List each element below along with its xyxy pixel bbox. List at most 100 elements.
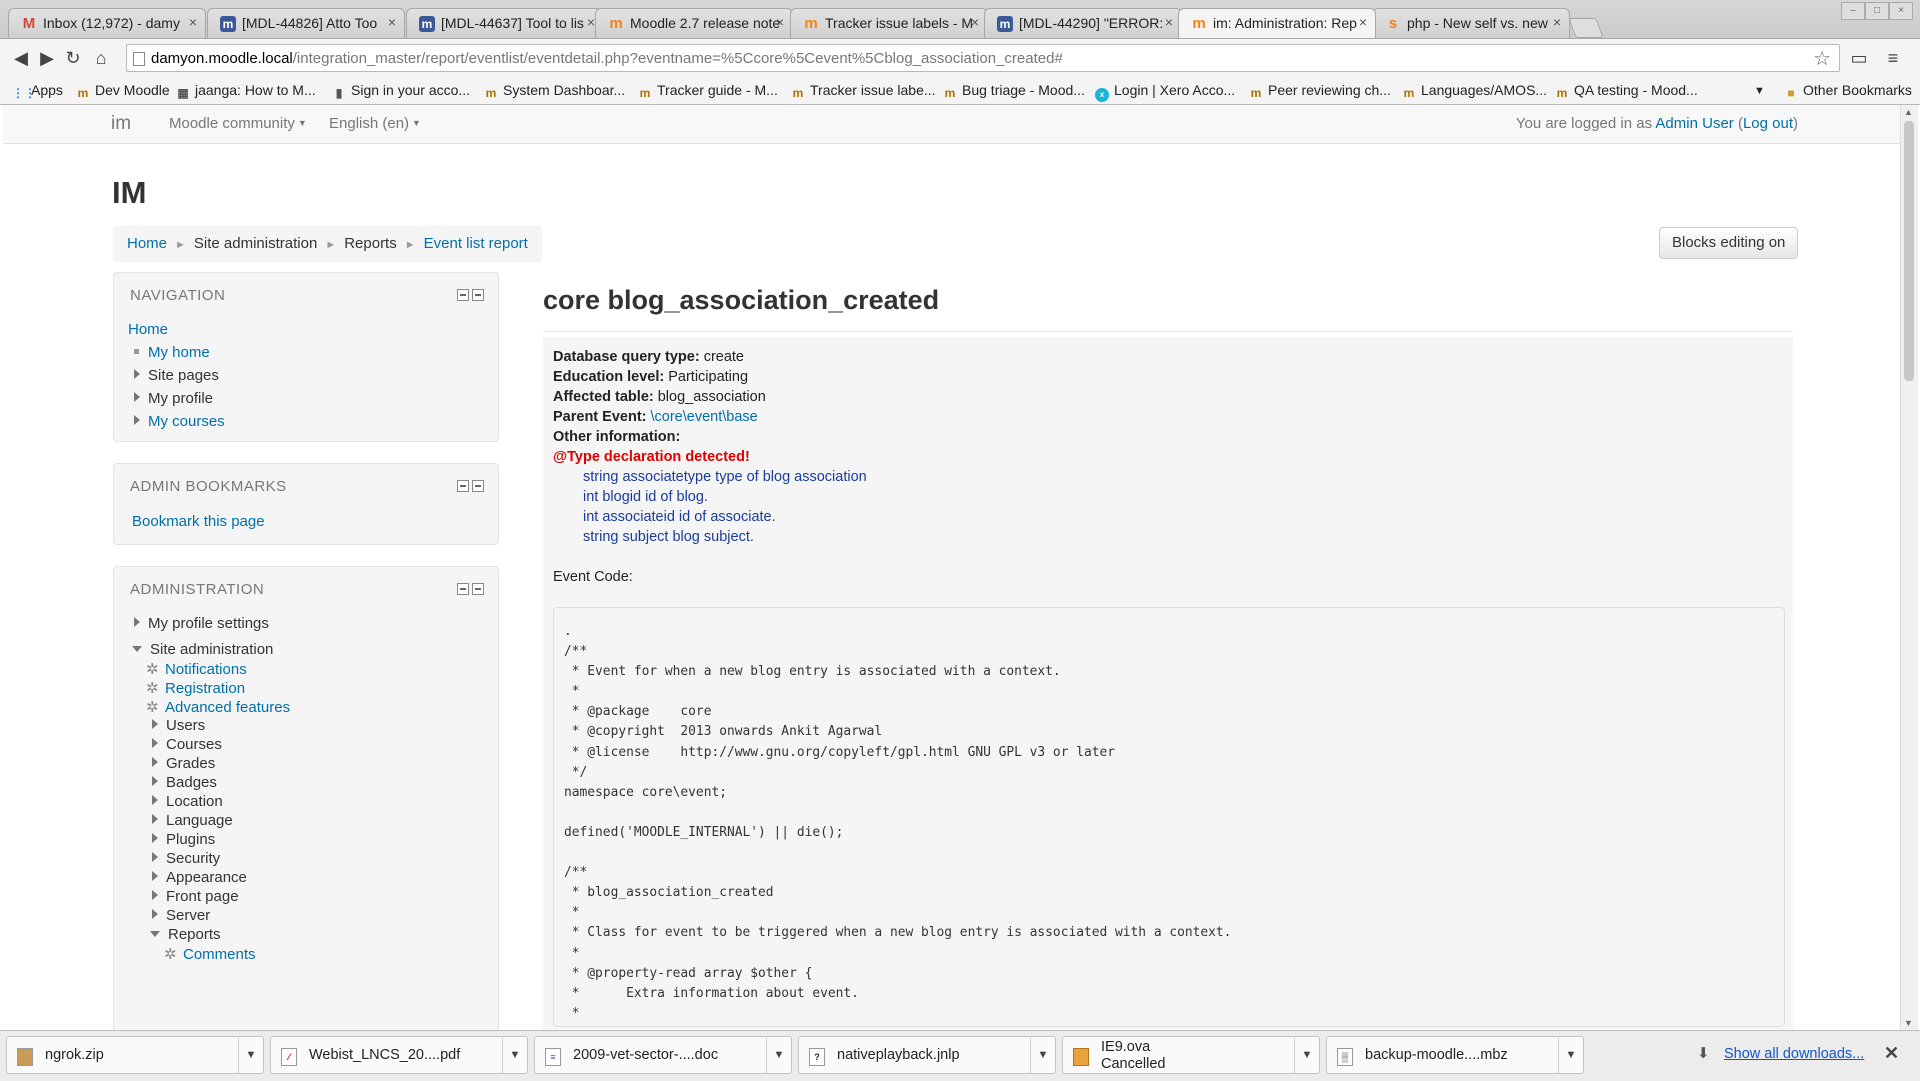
admin-item-badges[interactable]: Badges (152, 774, 217, 791)
show-all-downloads-link[interactable]: Show all downloads... (1724, 1046, 1864, 1062)
address-bar[interactable]: damyon.moodle.local/integration_master/r… (126, 44, 1840, 72)
close-tab-icon[interactable]: × (1359, 14, 1367, 30)
bookmark-system-dashboard[interactable]: m System Dashboar... (484, 82, 626, 100)
bookmark-other[interactable]: ■ Other Bookmarks (1784, 82, 1912, 100)
bookmark-tracker-guide[interactable]: m Tracker guide - M... (638, 82, 778, 100)
event-code-link[interactable]: Event Code: (553, 569, 633, 585)
admin-item-profile-settings[interactable]: My profile settings (134, 615, 269, 632)
maximize-icon[interactable]: □ (1865, 2, 1889, 20)
nav-item-site-pages[interactable]: Site pages (134, 367, 219, 384)
admin-item-location[interactable]: Location (152, 793, 223, 810)
admin-item-users[interactable]: Users (152, 717, 205, 734)
parent-event-link[interactable]: \core\event\base (651, 409, 758, 425)
download-menu-icon[interactable]: ▼ (1294, 1037, 1319, 1073)
download-item[interactable]: ? nativeplayback.jnlp ▼ (798, 1036, 1056, 1074)
bookmark-qa-testing[interactable]: m QA testing - Mood... (1555, 82, 1698, 100)
browser-tab-mdl-44826[interactable]: m [MDL-44826] Atto Too × (207, 8, 405, 38)
admin-item-advanced-features[interactable]: ✲ Advanced features (146, 698, 290, 716)
new-tab-button[interactable] (1568, 18, 1604, 38)
reload-icon[interactable]: ↻ (60, 45, 86, 71)
blocks-editing-button[interactable]: Blocks editing on (1659, 227, 1799, 259)
nav-item-my-courses[interactable]: My courses (134, 413, 225, 430)
logout-link[interactable]: Log out (1743, 115, 1793, 132)
vertical-scrollbar[interactable]: ▲ ▼ (1900, 105, 1918, 1030)
download-item[interactable]: ngrok.zip ▼ (6, 1036, 264, 1074)
download-menu-icon[interactable]: ▼ (1558, 1037, 1583, 1073)
browser-tab-gmail[interactable]: M Inbox (12,972) - damy × (8, 8, 206, 38)
user-profile-link[interactable]: Admin User (1655, 115, 1733, 132)
admin-item-site-administration[interactable]: Site administration (132, 641, 273, 658)
browser-tab-tracker-labels[interactable]: m Tracker issue labels - M × (790, 8, 988, 38)
admin-item-reports[interactable]: Reports (150, 926, 221, 943)
scrollbar-thumb[interactable] (1904, 121, 1914, 381)
nav-home-link[interactable]: Home (128, 321, 168, 338)
download-menu-icon[interactable]: ▼ (1030, 1037, 1055, 1073)
download-item[interactable]: ▒ backup-moodle....mbz ▼ (1326, 1036, 1584, 1074)
admin-item-notifications[interactable]: ✲ Notifications (146, 660, 247, 678)
close-tab-icon[interactable]: × (189, 14, 197, 30)
close-tab-icon[interactable]: × (1165, 14, 1173, 30)
browser-tab-mdl-44290[interactable]: m [MDL-44290] "ERROR: × (984, 8, 1182, 38)
bookmark-star-icon[interactable]: ☆ (1813, 46, 1831, 71)
home-icon[interactable]: ⌂ (88, 45, 114, 71)
download-menu-icon[interactable]: ▼ (238, 1037, 263, 1073)
bookmark-dev-moodle[interactable]: m Dev Moodle (76, 82, 170, 100)
collapse-icon[interactable] (457, 289, 469, 301)
close-shelf-icon[interactable]: ✕ (1884, 1043, 1899, 1064)
close-tab-icon[interactable]: × (388, 14, 396, 30)
breadcrumb-home[interactable]: Home (127, 235, 167, 252)
dock-icon[interactable] (472, 289, 484, 301)
browser-tab-mdl-44637[interactable]: m [MDL-44637] Tool to lis × (406, 8, 604, 38)
download-item[interactable]: ⁄ Webist_LNCS_20....pdf ▼ (270, 1036, 528, 1074)
breadcrumb-event-list[interactable]: Event list report (424, 235, 528, 252)
minimize-icon[interactable]: – (1841, 2, 1865, 20)
download-item[interactable]: IE9.ova Cancelled ▼ (1062, 1036, 1320, 1074)
dock-icon[interactable] (472, 583, 484, 595)
admin-item-language[interactable]: Language (152, 812, 233, 829)
chevron-down-icon[interactable]: ▼ (1754, 85, 1765, 97)
language-menu[interactable]: English (en) ▼ (329, 115, 421, 132)
bookmark-this-page-link[interactable]: Bookmark this page (132, 513, 265, 530)
bookmark-jaanga[interactable]: ▦ jaanga: How to M... (176, 82, 315, 100)
dock-icon[interactable] (472, 480, 484, 492)
download-item[interactable]: ≡ 2009-vet-sector-....doc ▼ (534, 1036, 792, 1074)
bookmark-apps[interactable]: ⋮⋮Apps (12, 82, 63, 100)
bookmark-languages-amos[interactable]: m Languages/AMOS... (1402, 82, 1547, 100)
admin-item-appearance[interactable]: Appearance (152, 869, 247, 886)
close-tab-icon[interactable]: × (1553, 14, 1561, 30)
bookmark-sign-in[interactable]: ▮ Sign in your acco... (332, 82, 470, 100)
back-icon[interactable]: ◀ (8, 45, 34, 71)
nav-item-my-home[interactable]: My home (134, 344, 210, 361)
close-window-icon[interactable]: × (1889, 2, 1913, 20)
site-brand[interactable]: im (111, 113, 131, 135)
collapse-icon[interactable] (457, 583, 469, 595)
close-tab-icon[interactable]: × (971, 14, 979, 30)
download-menu-icon[interactable]: ▼ (766, 1037, 791, 1073)
cast-icon[interactable]: ▭ (1846, 45, 1872, 71)
admin-item-comments[interactable]: ✲ Comments (164, 945, 256, 963)
admin-item-server[interactable]: Server (152, 907, 210, 924)
download-menu-icon[interactable]: ▼ (502, 1037, 527, 1073)
browser-tab-active[interactable]: m im: Administration: Rep × (1178, 8, 1376, 38)
admin-item-security[interactable]: Security (152, 850, 220, 867)
bookmark-tracker-labels[interactable]: m Tracker issue labe... (791, 82, 936, 100)
bookmark-bug-triage[interactable]: m Bug triage - Mood... (943, 82, 1085, 100)
admin-item-registration[interactable]: ✲ Registration (146, 679, 245, 697)
nav-item-my-profile[interactable]: My profile (134, 390, 213, 407)
admin-item-courses[interactable]: Courses (152, 736, 222, 753)
admin-item-front-page[interactable]: Front page (152, 888, 239, 905)
close-tab-icon[interactable]: × (587, 14, 595, 30)
moodle-community-menu[interactable]: Moodle community ▼ (169, 115, 307, 132)
admin-item-grades[interactable]: Grades (152, 755, 215, 772)
menu-icon[interactable]: ≡ (1880, 45, 1906, 71)
bookmark-peer-reviewing[interactable]: m Peer reviewing ch... (1249, 82, 1391, 100)
collapse-icon[interactable] (457, 480, 469, 492)
forward-icon[interactable]: ▶ (34, 45, 60, 71)
bookmark-xero[interactable]: x Login | Xero Acco... (1095, 82, 1235, 102)
browser-tab-php[interactable]: s php - New self vs. new × (1372, 8, 1570, 38)
scroll-down-icon[interactable]: ▼ (1904, 1018, 1913, 1028)
admin-item-plugins[interactable]: Plugins (152, 831, 215, 848)
browser-tab-release-notes[interactable]: m Moodle 2.7 release note × (595, 8, 793, 38)
scroll-up-icon[interactable]: ▲ (1904, 107, 1913, 117)
close-tab-icon[interactable]: × (776, 14, 784, 30)
